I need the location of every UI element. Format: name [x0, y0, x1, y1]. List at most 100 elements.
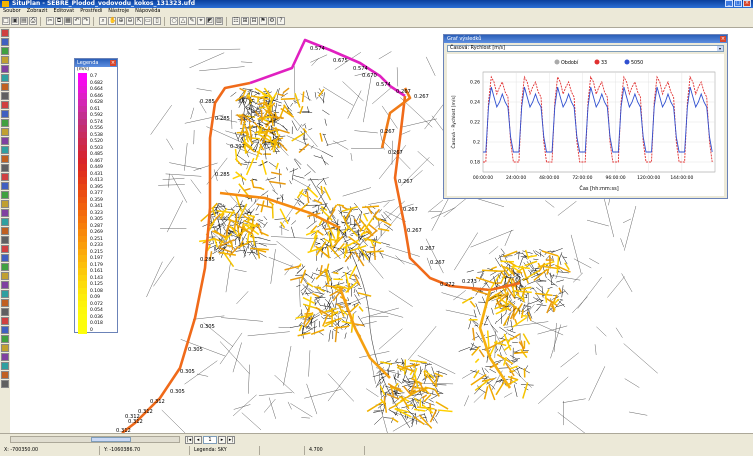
tool-icon-38[interactable]	[1, 362, 9, 370]
tool-icon-5[interactable]	[1, 65, 9, 73]
tool-icon-33[interactable]	[1, 317, 9, 325]
tool-icon-19[interactable]	[1, 191, 9, 199]
next-page-button[interactable]: ▸	[218, 436, 226, 444]
tool-icon-14[interactable]	[1, 146, 9, 154]
graph-close-icon[interactable]: ×	[720, 36, 726, 42]
tool-icon-30[interactable]	[1, 290, 9, 298]
tool-icon-12[interactable]	[1, 128, 9, 136]
building-line	[302, 112, 312, 113]
tool-icon-37[interactable]	[1, 353, 9, 361]
tool-icon-32[interactable]	[1, 308, 9, 316]
tool-icon-3[interactable]	[1, 47, 9, 55]
building-line	[548, 287, 553, 289]
tool-icon-27[interactable]	[1, 263, 9, 271]
tool-icon-28[interactable]	[1, 272, 9, 280]
toolbar-button-2[interactable]: ▣	[11, 17, 19, 25]
toolbar-button-21[interactable]: ◩	[206, 17, 214, 25]
toolbar-button-3[interactable]: ▤	[20, 17, 28, 25]
tool-icon-6[interactable]	[1, 74, 9, 82]
tool-icon-9[interactable]	[1, 101, 9, 109]
tool-icon-16[interactable]	[1, 164, 9, 172]
toolbar-button-14[interactable]: ⇱	[135, 17, 143, 25]
toolbar-button-16[interactable]: ▯	[153, 17, 161, 25]
tool-icon-18[interactable]	[1, 182, 9, 190]
tool-icon-17[interactable]	[1, 173, 9, 181]
toolbar-button-5[interactable]: ✂	[46, 17, 54, 25]
tool-icon-11[interactable]	[1, 119, 9, 127]
tool-icon-23[interactable]	[1, 227, 9, 235]
tool-icon-15[interactable]	[1, 155, 9, 163]
menu-item-view[interactable]: Zobrazit	[24, 8, 51, 15]
toolbar-button-23[interactable]: ☷	[232, 17, 240, 25]
tool-icon-1[interactable]	[1, 29, 9, 37]
menu-item-environment[interactable]: Prostředí	[77, 8, 105, 15]
horizontal-scrollbar[interactable]	[10, 436, 180, 443]
tool-icon-10[interactable]	[1, 110, 9, 118]
toolbar-button-15[interactable]: ▭	[144, 17, 152, 25]
toolbar-button-7[interactable]: ▦	[64, 17, 72, 25]
toolbar-button-9[interactable]: ↷	[82, 17, 90, 25]
building-line	[476, 303, 481, 315]
tool-icon-20[interactable]	[1, 200, 9, 208]
maximize-button[interactable]: □	[734, 0, 742, 7]
toolbar-button-20[interactable]: ⌖	[197, 17, 205, 25]
tool-icon-40[interactable]	[1, 380, 9, 388]
toolbar-button-1[interactable]: □	[2, 17, 10, 25]
tool-icon-7[interactable]	[1, 83, 9, 91]
parcel-line	[146, 262, 162, 297]
building-line	[274, 219, 284, 220]
tool-icon-22[interactable]	[1, 218, 9, 226]
building-line	[533, 259, 538, 260]
parcel-line	[545, 200, 554, 207]
tool-icon-31[interactable]	[1, 299, 9, 307]
menu-item-tools[interactable]: Nástroje	[105, 8, 132, 15]
tool-icon-24[interactable]	[1, 236, 9, 244]
tool-icon-39[interactable]	[1, 371, 9, 379]
legend-value: 0.323	[87, 211, 103, 216]
toolbar-button-12[interactable]: ⊕	[117, 17, 125, 25]
graph-window[interactable]: Graf výsledků × Časová: Rychlost [m/s] ▾…	[443, 34, 728, 199]
legend-close-icon[interactable]: ×	[110, 60, 116, 66]
toolbar-button-13[interactable]: ⊖	[126, 17, 134, 25]
toolbar-button-24[interactable]: ⊞	[241, 17, 249, 25]
tool-icon-26[interactable]	[1, 254, 9, 262]
tool-icon-2[interactable]	[1, 38, 9, 46]
chevron-down-icon[interactable]: ▾	[717, 46, 723, 51]
scroll-thumb[interactable]	[91, 437, 131, 442]
toolbar-button-26[interactable]: ⚑	[259, 17, 267, 25]
pipe-segment	[528, 256, 537, 258]
toolbar-button-18[interactable]: △	[179, 17, 187, 25]
toolbar-button-4[interactable]: ⎙	[29, 17, 37, 25]
tool-icon-36[interactable]	[1, 344, 9, 352]
minimize-button[interactable]: _	[725, 0, 733, 7]
tool-icon-4[interactable]	[1, 56, 9, 64]
toolbar-button-8[interactable]: ↶	[73, 17, 81, 25]
toolbar-button-11[interactable]: ✋	[108, 17, 116, 25]
tool-icon-25[interactable]	[1, 245, 9, 253]
main-toolbar: □▣▤⎙ ✂⧉▦↶↷ ⌕✋⊕⊖⇱▭▯ ○△✎⌖◩▥ ☷⊞⊟⚑⚙?	[0, 15, 753, 28]
toolbar-button-6[interactable]: ⧉	[55, 17, 63, 25]
toolbar-button-28[interactable]: ?	[277, 17, 285, 25]
menu-item-file[interactable]: Soubor	[0, 8, 24, 15]
tool-icon-21[interactable]	[1, 209, 9, 217]
tool-icon-29[interactable]	[1, 281, 9, 289]
toolbar-button-25[interactable]: ⊟	[250, 17, 258, 25]
toolbar-button-22[interactable]: ▥	[215, 17, 223, 25]
toolbar-button-19[interactable]: ✎	[188, 17, 196, 25]
tool-icon-34[interactable]	[1, 326, 9, 334]
menu-item-edit[interactable]: Editovat	[50, 8, 77, 15]
legend-window[interactable]: Legenda × [m/s] 0.70.6820.6640.6460.6280…	[74, 58, 118, 333]
toolbar-button-27[interactable]: ⚙	[268, 17, 276, 25]
tool-icon-13[interactable]	[1, 137, 9, 145]
page-number-field[interactable]: 1	[203, 436, 217, 444]
first-page-button[interactable]: |◂	[185, 436, 193, 444]
quantity-select[interactable]: Časová: Rychlost [m/s] ▾	[447, 45, 724, 52]
menu-item-help[interactable]: Nápověda	[132, 8, 163, 15]
toolbar-button-10[interactable]: ⌕	[99, 17, 107, 25]
close-button[interactable]: ×	[743, 0, 751, 7]
prev-page-button[interactable]: ◂	[194, 436, 202, 444]
tool-icon-8[interactable]	[1, 92, 9, 100]
tool-icon-35[interactable]	[1, 335, 9, 343]
last-page-button[interactable]: ▸|	[227, 436, 235, 444]
toolbar-button-17[interactable]: ○	[170, 17, 178, 25]
